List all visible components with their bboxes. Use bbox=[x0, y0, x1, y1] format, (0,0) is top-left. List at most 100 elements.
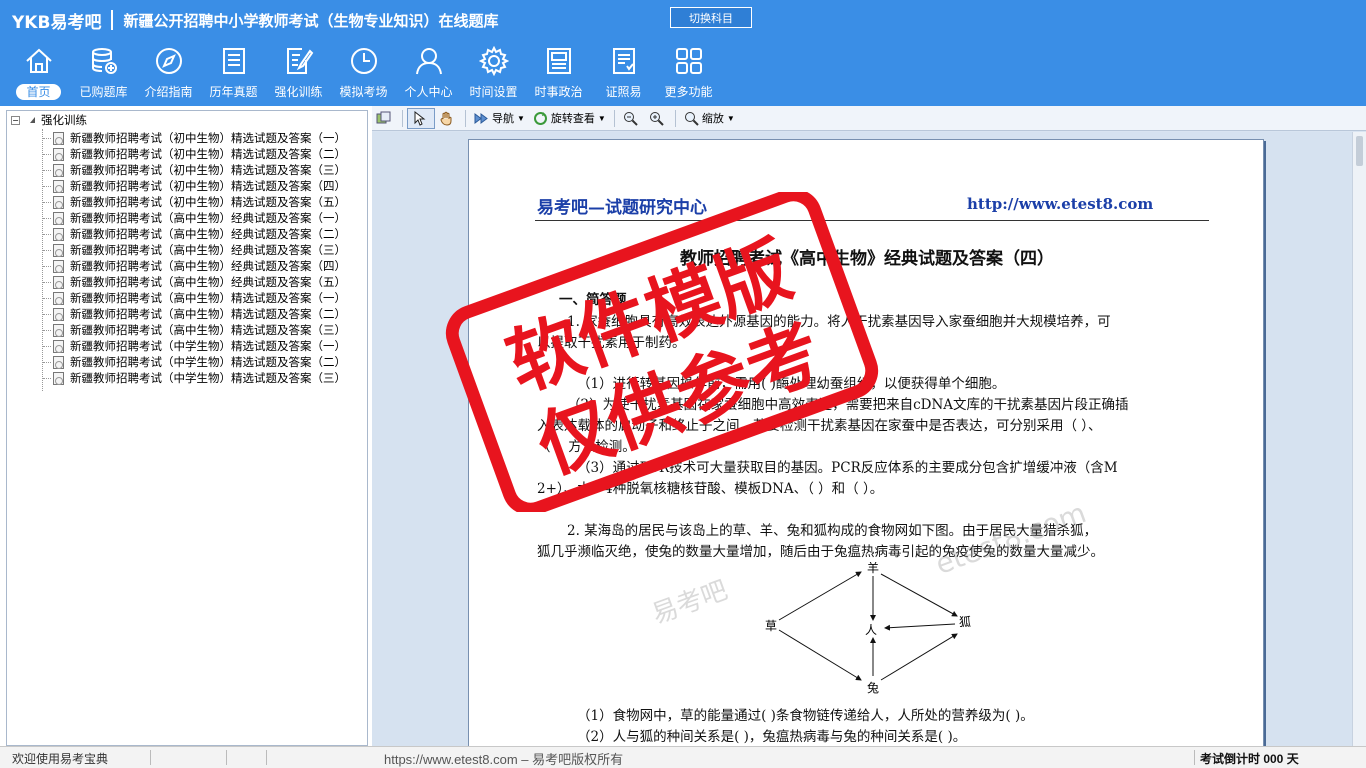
scrollbar-thumb[interactable] bbox=[1356, 136, 1363, 166]
tree-item[interactable]: 新疆教师招聘考试（初中生物）精选试题及答案（五） bbox=[43, 194, 346, 210]
folder-arrow-icon bbox=[25, 117, 35, 123]
nav-guide[interactable]: 介绍指南 bbox=[136, 44, 201, 104]
tree-item-label: 新疆教师招聘考试（初中生物）精选试题及答案（一） bbox=[70, 131, 346, 145]
document-text-line: 2+）、水、4种脱氧核糖核苷酸、模板DNA、（ ）和（ ）。 bbox=[537, 481, 884, 497]
nav-mock-exam[interactable]: 模拟考场 bbox=[331, 44, 396, 104]
document-header-left: 易考吧—试题研究中心 bbox=[537, 198, 707, 218]
nav-home[interactable]: 首页 bbox=[6, 44, 71, 104]
tree-item[interactable]: 新疆教师招聘考试（初中生物）精选试题及答案（一） bbox=[43, 130, 346, 146]
certificate-icon bbox=[607, 44, 641, 78]
tree-item-label: 新疆教师招聘考试（中学生物）精选试题及答案（二） bbox=[70, 355, 346, 369]
switch-subject-button[interactable]: 切换科目 bbox=[670, 7, 752, 28]
select-tool-button[interactable] bbox=[407, 107, 435, 129]
nav-profile[interactable]: 个人中心 bbox=[396, 44, 461, 104]
tree-connector bbox=[43, 345, 51, 347]
document-text-line: （2）为使干扰素基因在家蚕细胞中高效表达，需要把来自cDNA文库的干扰素基因片段… bbox=[567, 397, 1129, 413]
nav-certificates[interactable]: 证照易 bbox=[591, 44, 656, 104]
thumbnail-button[interactable] bbox=[372, 108, 398, 129]
tree-item[interactable]: 新疆教师招聘考试（初中生物）精选试题及答案（四） bbox=[43, 178, 346, 194]
zoom-icon bbox=[684, 111, 699, 126]
tree-item-label: 新疆教师招聘考试（高中生物）精选试题及答案（一） bbox=[70, 291, 346, 305]
grid-icon bbox=[672, 44, 706, 78]
tree-connector bbox=[43, 377, 51, 379]
brand: YKB易考吧 新疆公开招聘中小学教师考试（生物专业知识）在线题库 bbox=[12, 7, 498, 33]
app-title: 新疆公开招聘中小学教师考试（生物专业知识）在线题库 bbox=[123, 11, 499, 30]
clock-icon bbox=[347, 44, 381, 78]
tree-item[interactable]: 新疆教师招聘考试（高中生物）经典试题及答案（四） bbox=[43, 258, 346, 274]
web-node-center: 人 bbox=[865, 623, 877, 637]
document-icon bbox=[53, 259, 64, 273]
title-divider bbox=[111, 10, 114, 30]
web-node-top: 羊 bbox=[867, 562, 879, 575]
zoom-out-button[interactable] bbox=[619, 108, 645, 129]
vertical-scrollbar[interactable] bbox=[1352, 132, 1366, 746]
document-icon bbox=[53, 243, 64, 257]
document-canvas[interactable]: 易考吧—试题研究中心 http://www.etest8.com 教师招聘考试《… bbox=[372, 132, 1352, 746]
tree-item[interactable]: 新疆教师招聘考试（初中生物）精选试题及答案（三） bbox=[43, 162, 346, 178]
tree-item-label: 新疆教师招聘考试（初中生物）精选试题及答案（二） bbox=[70, 147, 346, 161]
home-icon bbox=[22, 44, 56, 78]
tree-item-label: 新疆教师招聘考试（高中生物）经典试题及答案（四） bbox=[70, 259, 346, 273]
nav-past-papers[interactable]: 历年真题 bbox=[201, 44, 266, 104]
navigation-dropdown[interactable]: 导航 ▼ bbox=[470, 108, 529, 129]
document-list-icon bbox=[217, 44, 251, 78]
document-icon bbox=[53, 323, 64, 337]
tree-item[interactable]: 新疆教师招聘考试（中学生物）精选试题及答案（三） bbox=[43, 370, 346, 386]
hand-icon bbox=[439, 111, 454, 126]
zoom-dropdown[interactable]: 缩放 ▼ bbox=[680, 108, 739, 129]
top-banner: YKB易考吧 新疆公开招聘中小学教师考试（生物专业知识）在线题库 切换科目 首页… bbox=[0, 0, 1366, 106]
user-icon bbox=[412, 44, 446, 78]
welcome-text: 欢迎使用易考宝典 bbox=[12, 752, 109, 766]
cursor-icon bbox=[412, 110, 427, 126]
document-icon bbox=[53, 307, 64, 321]
tree-item[interactable]: 新疆教师招聘考试（高中生物）经典试题及答案（三） bbox=[43, 242, 346, 258]
collapse-icon[interactable]: − bbox=[11, 115, 20, 125]
document-text-line: 1. 家蚕细胞具有高效表达外源基因的能力。将人干扰素基因导入家蚕细胞并大规模培养… bbox=[567, 314, 1111, 330]
tree-item[interactable]: 新疆教师招聘考试（高中生物）精选试题及答案（三） bbox=[43, 322, 346, 338]
app-window: YKB易考吧 新疆公开招聘中小学教师考试（生物专业知识）在线题库 切换科目 首页… bbox=[0, 0, 1366, 768]
tree-item[interactable]: 新疆教师招聘考试（高中生物）经典试题及答案（一） bbox=[43, 210, 346, 226]
tree-item[interactable]: 新疆教师招聘考试（高中生物）经典试题及答案（五） bbox=[43, 274, 346, 290]
tree-item[interactable]: 新疆教师招聘考试（高中生物）精选试题及答案（一） bbox=[43, 290, 346, 306]
nav-more[interactable]: 更多功能 bbox=[656, 44, 721, 104]
nav-time-settings[interactable]: 时间设置 bbox=[461, 44, 526, 104]
tree-item-label: 新疆教师招聘考试（初中生物）精选试题及答案（四） bbox=[70, 179, 346, 193]
food-web-diagram: 羊 草 人 狐 兔 bbox=[765, 562, 971, 695]
document-icon bbox=[53, 163, 64, 177]
section-heading: 一、简答题 bbox=[559, 292, 627, 308]
compass-icon bbox=[152, 44, 186, 78]
status-divider bbox=[150, 750, 151, 765]
tree-item-label: 新疆教师招聘考试（高中生物）经典试题及答案（三） bbox=[70, 243, 346, 257]
web-node-left: 草 bbox=[765, 619, 777, 633]
tree-connector bbox=[43, 297, 51, 299]
web-node-bottom: 兔 bbox=[867, 680, 879, 695]
zoom-in-button[interactable] bbox=[645, 108, 671, 129]
tree-item-label: 新疆教师招聘考试（初中生物）精选试题及答案（三） bbox=[70, 163, 346, 177]
tree-item-label: 新疆教师招聘考试（高中生物）经典试题及答案（一） bbox=[70, 211, 346, 225]
nav-purchased[interactable]: 已购题库 bbox=[71, 44, 136, 104]
nav-training[interactable]: 强化训练 bbox=[266, 44, 331, 104]
header-rule bbox=[535, 220, 1209, 221]
rotate-dropdown[interactable]: 旋转查看 ▼ bbox=[529, 108, 610, 129]
document-icon bbox=[53, 355, 64, 369]
tree-root[interactable]: − 强化训练 bbox=[11, 113, 87, 127]
hand-tool-button[interactable] bbox=[435, 108, 461, 129]
navigation-icon bbox=[474, 111, 489, 126]
tree-connector bbox=[43, 169, 51, 171]
tree-connector bbox=[43, 153, 51, 155]
tree-connector bbox=[43, 137, 51, 139]
tree-item[interactable]: 新疆教师招聘考试（高中生物）经典试题及答案（二） bbox=[43, 226, 346, 242]
tree-item[interactable]: 新疆教师招聘考试（初中生物）精选试题及答案（二） bbox=[43, 146, 346, 162]
tree-item[interactable]: 新疆教师招聘考试（中学生物）精选试题及答案（二） bbox=[43, 354, 346, 370]
document-icon bbox=[53, 131, 64, 145]
document-header-right: http://www.etest8.com bbox=[967, 195, 1154, 213]
document-text-line: （1）食物网中，草的能量通过( )条食物链传递给人，人所处的营养级为( )。 bbox=[577, 708, 1034, 724]
document-icon bbox=[53, 275, 64, 289]
tree-connector bbox=[43, 361, 51, 363]
tree-item[interactable]: 新疆教师招聘考试（高中生物）精选试题及答案（二） bbox=[43, 306, 346, 322]
toolbar-separator bbox=[465, 109, 466, 127]
tree-connector bbox=[43, 217, 51, 219]
caret-down-icon: ▼ bbox=[726, 113, 735, 123]
nav-current-affairs[interactable]: 时事政治 bbox=[526, 44, 591, 104]
tree-item[interactable]: 新疆教师招聘考试（中学生物）精选试题及答案（一） bbox=[43, 338, 346, 354]
